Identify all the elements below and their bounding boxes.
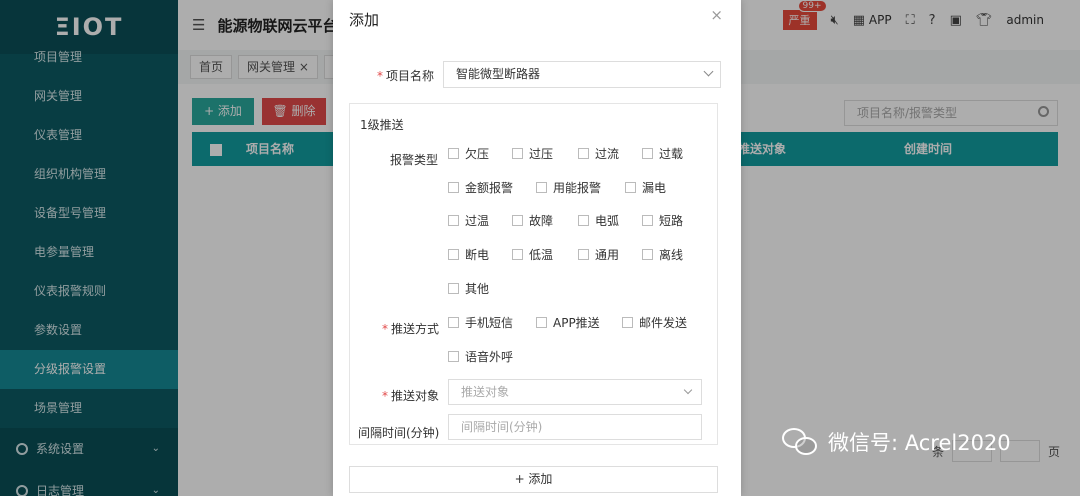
alarm-type-checkbox[interactable]: 过载 (642, 145, 683, 162)
alarm-type-checkbox[interactable]: 故障 (512, 212, 553, 229)
project-select[interactable]: 智能微型断路器 (443, 61, 721, 88)
interval-input[interactable]: 间隔时间(分钟) (448, 414, 702, 440)
section-title: 1级推送 (360, 118, 404, 132)
watermark: 微信号: Acrel2020 (782, 426, 1011, 458)
interval-label: 间隔时间(分钟) (358, 426, 440, 440)
push-target-label: * 推送对象 (382, 389, 440, 403)
alarm-type-checkbox[interactable]: 低温 (512, 246, 553, 263)
alarm-type-checkbox[interactable]: 过压 (512, 145, 553, 162)
push-target-select[interactable]: 推送对象 (448, 379, 702, 405)
modal-title: 添加 (349, 11, 380, 29)
project-name-label: * 项目名称 (377, 69, 435, 83)
alarm-type-checkbox[interactable]: 其他 (448, 280, 489, 297)
add-level-button[interactable]: + 添加 (349, 466, 718, 493)
wechat-icon (782, 426, 820, 458)
alarm-type-label: 报警类型 (390, 153, 439, 167)
push-method-label: * 推送方式 (382, 322, 440, 336)
chevron-down-icon (703, 66, 714, 77)
alarm-type-checkbox[interactable]: 电弧 (578, 212, 619, 229)
chevron-down-icon (683, 385, 693, 395)
alarm-type-checkbox[interactable]: 金额报警 (448, 179, 513, 196)
push-method-checkbox[interactable]: 邮件发送 (622, 314, 687, 331)
level-1-push-section: 1级推送 报警类型 欠压 过压 过流 过载 金额报警 用能报警 漏电 过温 故障… (349, 103, 718, 445)
close-icon[interactable]: × (710, 6, 723, 24)
push-method-checkbox[interactable]: 手机短信 (448, 314, 513, 331)
alarm-type-checkbox[interactable]: 通用 (578, 246, 619, 263)
alarm-type-checkbox[interactable]: 过温 (448, 212, 489, 229)
alarm-type-checkbox[interactable]: 断电 (448, 246, 489, 263)
alarm-type-checkbox[interactable]: 过流 (578, 145, 619, 162)
push-method-checkbox[interactable]: 语音外呼 (448, 348, 513, 365)
alarm-type-checkbox[interactable]: 离线 (642, 246, 683, 263)
alarm-type-checkbox[interactable]: 短路 (642, 212, 683, 229)
alarm-type-checkbox[interactable]: 用能报警 (536, 179, 601, 196)
push-method-checkbox[interactable]: APP推送 (536, 314, 600, 331)
watermark-text: 微信号: Acrel2020 (828, 431, 1011, 455)
alarm-type-checkbox[interactable]: 欠压 (448, 145, 489, 162)
add-modal: 添加 × * 项目名称 智能微型断路器 1级推送 报警类型 欠压 过压 过流 过载… (333, 0, 741, 496)
alarm-type-checkbox[interactable]: 漏电 (625, 179, 666, 196)
